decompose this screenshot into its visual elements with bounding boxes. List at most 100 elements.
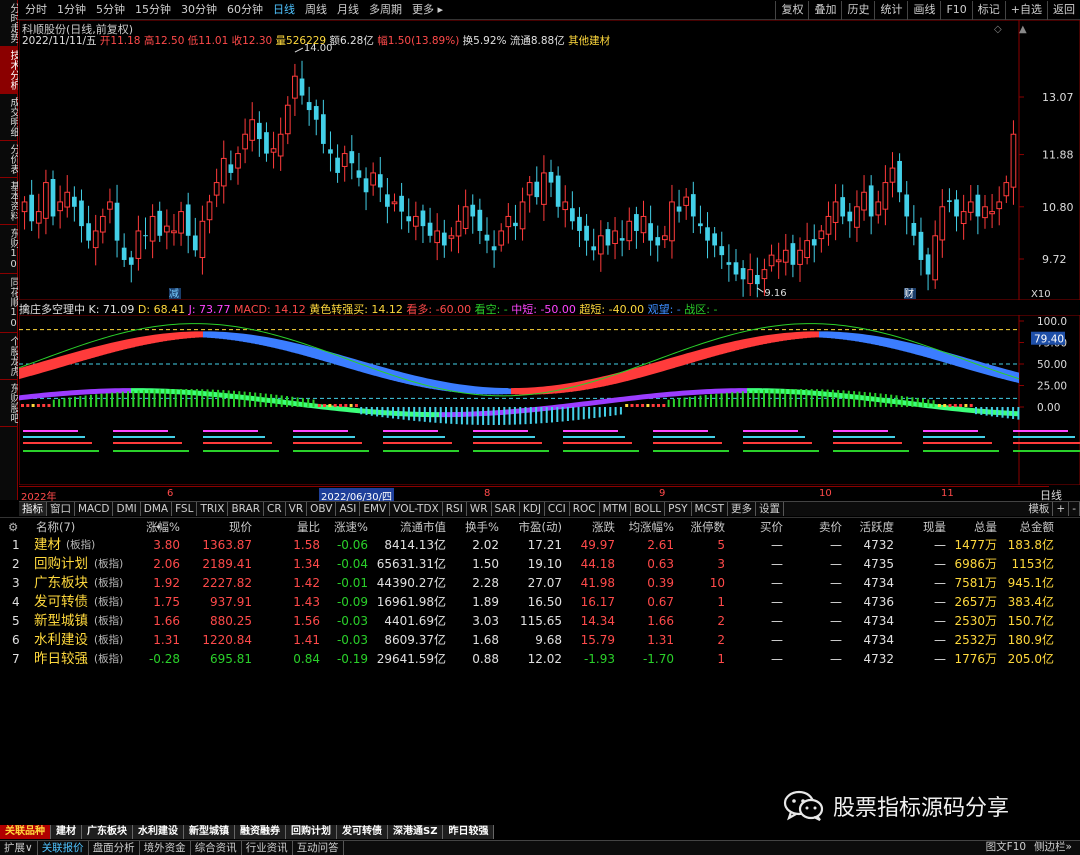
candlestick-chart[interactable]: 13.07 11.88 10.80 9.72 X10 14.00 9.16 减 财 ◇ ▲ [19,20,1080,300]
indicator-tab[interactable]: MACD [75,502,114,516]
table-header-cell[interactable]: 涨幅% [146,518,180,536]
indicator-tab[interactable]: PSY [665,502,692,516]
indicator-tab[interactable]: ASI [336,502,361,516]
table-header-cell[interactable]: 涨停数 [691,518,726,536]
sector-name[interactable]: 回购计划 [34,555,88,574]
indicator-chart[interactable]: 100.075.0050.0025.000.0079.40 [19,315,1080,485]
period-tab[interactable]: 分时 [20,0,52,20]
table-row[interactable]: 5 新型城镇 (板指) 1.66 880.25 1.56 -0.03 4401.69亿 3.03… [0,612,1080,631]
block-tab[interactable]: 关联品种 [0,825,51,839]
period-tab[interactable]: 更多 ▸ [407,0,448,20]
table-header-cell[interactable]: 买价 [760,518,783,536]
period-tab[interactable]: 周线 [300,0,332,20]
indicator-tab[interactable]: BOLL [631,502,666,516]
indicator-tab[interactable]: WR [467,502,492,516]
settings-gear-icon[interactable]: ⚙ [8,518,18,536]
tool-tab[interactable]: 画线 [907,1,940,20]
tool-tab[interactable]: 叠加 [808,1,841,20]
table-header-cell[interactable]: 流通市值 [400,518,446,536]
indicator-tab[interactable]: 指标 [19,502,47,516]
indicator-tab[interactable]: FSL [172,502,198,516]
table-header-cell[interactable]: 换手% [465,518,499,536]
table-row[interactable]: 6 水利建设 (板指) 1.31 1220.84 1.41 -0.03 8609.37亿 1.6… [0,631,1080,650]
indicator-tab[interactable]: EMV [360,502,391,516]
period-tab[interactable]: 日线 [268,0,300,20]
tool-tab[interactable]: 统计 [874,1,907,20]
left-nav-item[interactable]: 同花顺10 [0,274,18,333]
tool-tab[interactable]: 复权 [775,1,808,20]
table-header-cell[interactable]: 均涨幅% [629,518,674,536]
indicator-tab[interactable]: 更多 [728,502,757,516]
tool-tab[interactable]: 历史 [841,1,874,20]
left-nav-item[interactable]: 基本资料 [0,178,18,225]
tool-tab[interactable]: +自选 [1004,1,1047,20]
indicator-tab[interactable]: DMI [113,502,141,516]
table-header-cell[interactable]: 涨速% [334,518,368,536]
table-header-cell[interactable]: 现量 [923,518,946,536]
block-tab[interactable]: 融资融券 [235,825,286,839]
left-nav-item[interactable]: 东财10 [0,225,18,274]
indicator-tab[interactable]: 设置 [756,502,785,516]
indicator-tab[interactable]: VR [286,502,308,516]
table-header-cell[interactable]: 量比 [297,518,320,536]
indicator-tab[interactable]: BRAR [228,502,264,516]
indicator-tab[interactable]: VOL-TDX [390,502,443,516]
block-tab[interactable]: 新型城镇 [184,825,235,839]
period-tab[interactable]: 15分钟 [130,0,176,20]
period-tab[interactable]: 月线 [332,0,364,20]
collapse-icon[interactable]: ▲ [1019,24,1027,35]
indicator-tab[interactable]: KDJ [520,502,545,516]
indicator-tab[interactable]: 窗口 [47,502,75,516]
table-row[interactable]: 2 回购计划 (板指) 2.06 2189.41 1.34 -0.04 65631.31亿 1.… [0,555,1080,574]
table-row[interactable]: 3 广东板块 (板指) 1.92 2227.82 1.42 -0.01 44390.27亿 2.… [0,574,1080,593]
status-tab[interactable]: 行业资讯 [242,841,293,855]
block-tab[interactable]: 回购计划 [286,825,337,839]
period-tab[interactable]: 5分钟 [91,0,130,20]
indicator-tab[interactable]: CR [264,502,286,516]
indicator-tab[interactable]: OBV [307,502,337,516]
block-tab[interactable]: 深港通SZ [388,825,444,839]
indicator-tab[interactable]: MCST [692,502,729,516]
tool-tab[interactable]: F10 [940,1,971,20]
status-tab[interactable]: 扩展∨ [0,841,38,855]
block-tab[interactable]: 水利建设 [133,825,184,839]
period-tab[interactable]: 多周期 [364,0,407,20]
sector-name[interactable]: 广东板块 [34,574,88,593]
indicator-tab[interactable]: RSI [443,502,467,516]
status-tab[interactable]: 关联报价 [38,841,89,855]
diamond-icon[interactable]: ◇ [994,24,1002,35]
block-tab[interactable]: 发可转债 [337,825,388,839]
status-right-button[interactable]: 侧边栏» [1030,840,1076,854]
left-nav-item[interactable]: 分时走势 [0,0,18,47]
sector-name[interactable]: 昨日较强 [34,650,88,669]
indicator-tab[interactable]: CCI [545,502,570,516]
status-tab[interactable]: 综合资讯 [191,841,242,855]
block-tab[interactable]: 昨日较强 [443,825,495,839]
block-tab[interactable]: 建材 [51,825,82,839]
table-row[interactable]: 1 建材 (板指) 3.80 1363.87 1.58 -0.06 8414.13亿 2.02 1… [0,536,1080,555]
status-tab[interactable]: 盘面分析 [89,841,140,855]
table-header-cell[interactable]: 市盈(动) [519,518,562,536]
tool-tab[interactable]: 返回 [1047,1,1080,20]
table-header-cell[interactable]: 总金额 [1020,518,1055,536]
period-tab[interactable]: 1分钟 [52,0,91,20]
left-nav-item[interactable]: 技术分析 [0,47,18,94]
left-nav-item[interactable]: 个股龙虎 [0,333,18,380]
table-header-cell[interactable]: 涨跌 [592,518,615,536]
indicator-tab-control[interactable]: + [1053,502,1070,516]
indicator-tab[interactable]: ROC [570,502,600,516]
table-header-cell[interactable]: 现价 [229,518,252,536]
tool-tab[interactable]: 标记 [971,1,1005,20]
left-nav-item[interactable]: 东财股吧 [0,380,18,427]
sector-name[interactable]: 水利建设 [34,631,88,650]
indicator-tab[interactable]: MTM [600,502,632,516]
sector-name[interactable]: 新型城镇 [34,612,88,631]
event-jian[interactable]: 减 [169,288,179,300]
period-tab[interactable]: 30分钟 [176,0,222,20]
table-header-cell[interactable]: 活跃度 [860,518,895,536]
status-tab[interactable]: 互动问答 [293,841,344,855]
table-header-cell[interactable]: 卖价 [819,518,842,536]
event-cai[interactable]: 财 [904,287,914,300]
period-tab[interactable]: 60分钟 [222,0,268,20]
indicator-tab[interactable]: SAR [492,502,520,516]
